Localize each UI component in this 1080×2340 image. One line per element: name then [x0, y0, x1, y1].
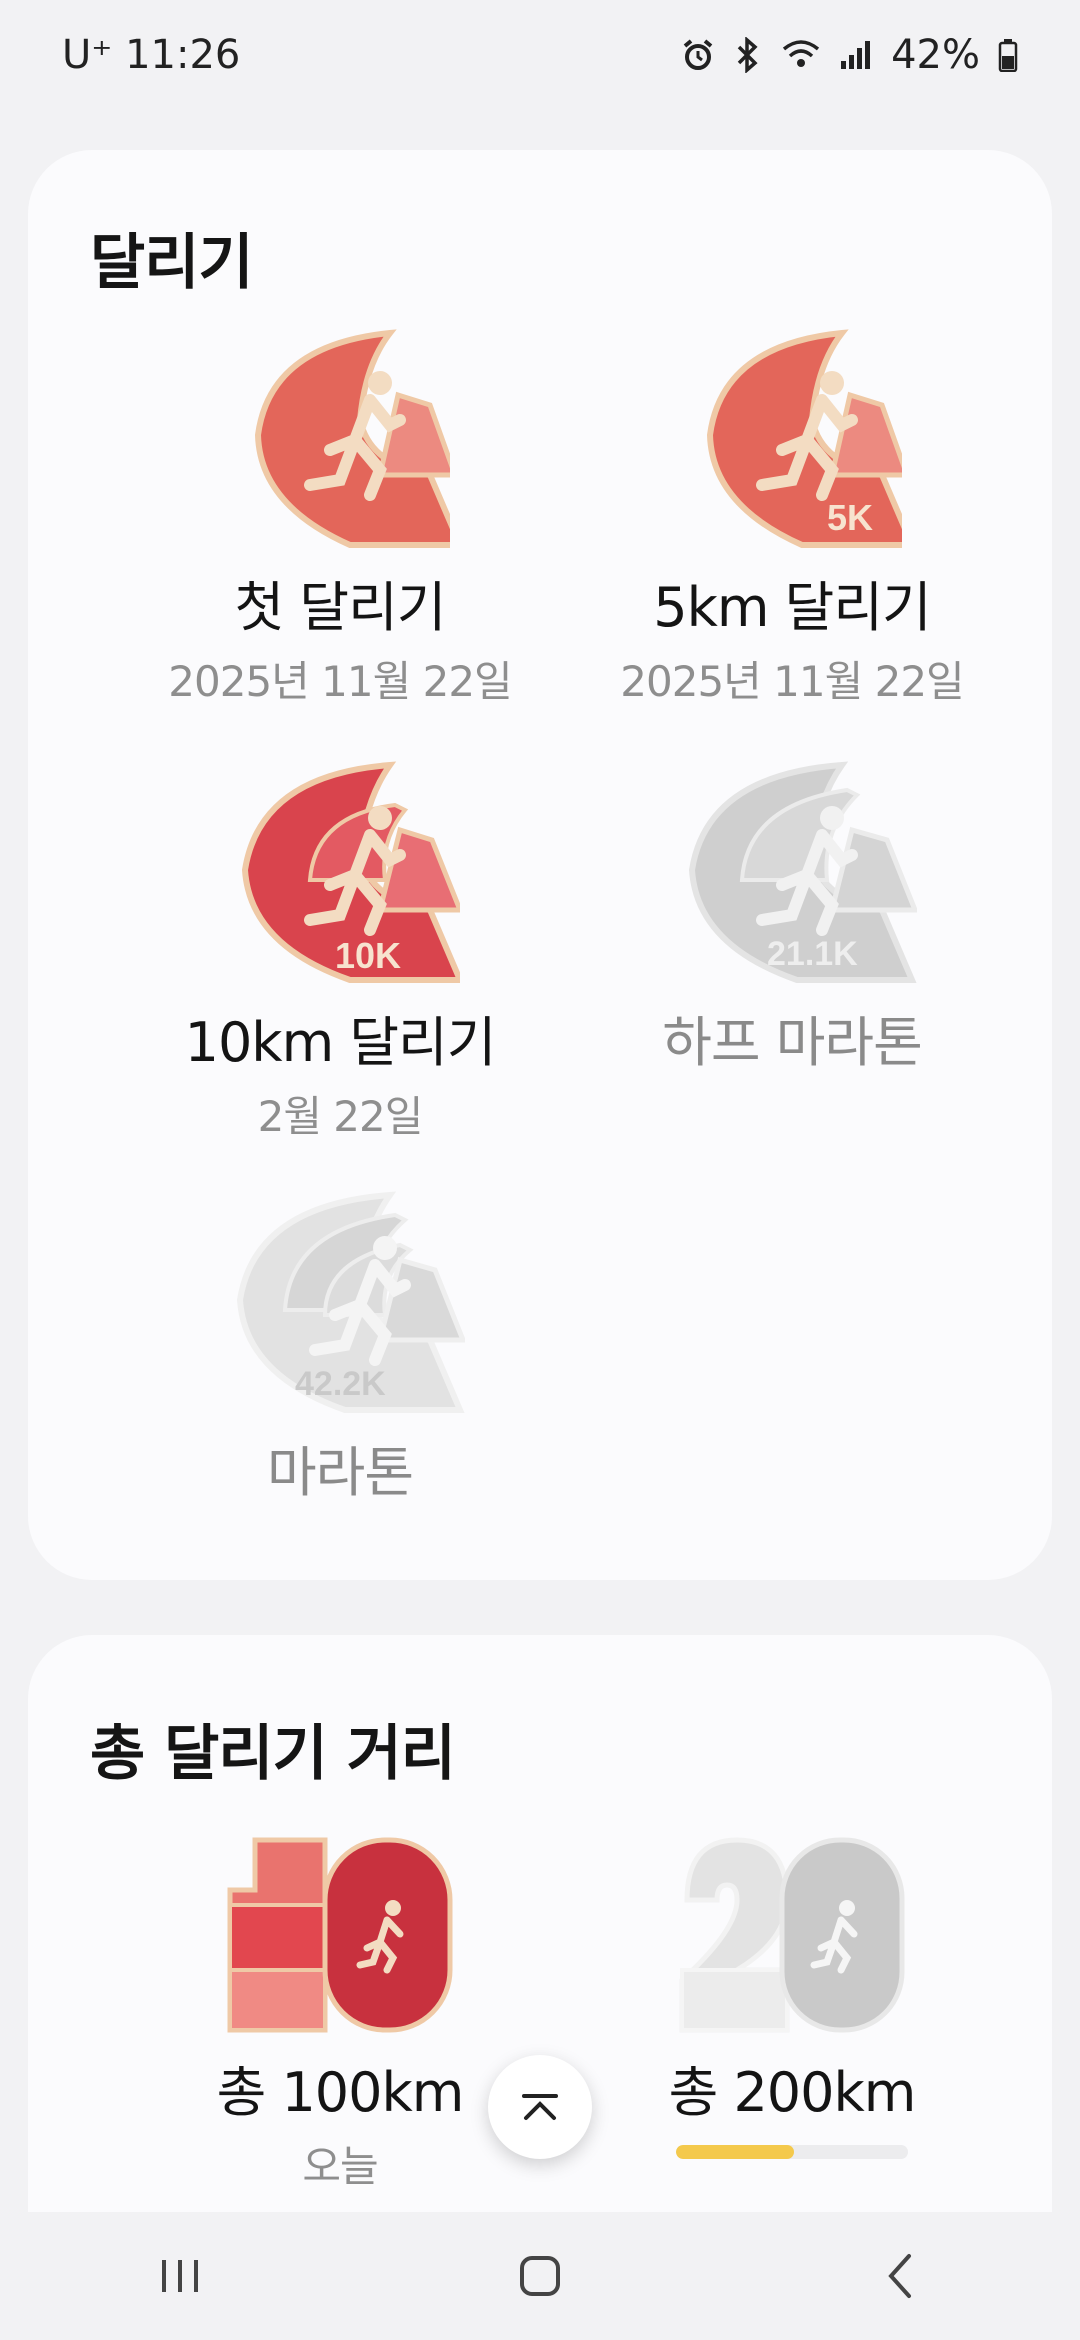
badge-5km[interactable]: 5K 5km 달리기 2025년 11월 22일 [582, 325, 1002, 709]
progress-bar [676, 2145, 908, 2159]
badge-100km[interactable]: 총 100km 오늘 [130, 1830, 550, 2194]
badge-date: 2월 22일 [257, 1092, 424, 1141]
back-button[interactable] [840, 2226, 960, 2326]
badge-first-run[interactable]: 첫 달리기 2025년 11월 22일 [130, 325, 550, 709]
badge-label-10k: 10K [335, 935, 401, 976]
200km-badge-icon [679, 1837, 905, 2033]
bluetooth-icon [737, 37, 758, 73]
half-marathon-badge-icon: 21.1K [688, 761, 917, 983]
first-run-badge-icon [254, 329, 450, 548]
wifi-icon [782, 40, 820, 67]
home-button[interactable] [480, 2226, 600, 2326]
recent-apps-icon [162, 2260, 198, 2292]
10k-badge-icon: 10K [241, 761, 460, 983]
badge-10km[interactable]: 10K 10km 달리기 2월 22일 [130, 760, 550, 1144]
carrier-time: U⁺ 11:26 [62, 32, 241, 78]
badge-name: 총 100km [216, 2061, 465, 2124]
scroll-to-top-button[interactable] [488, 2055, 592, 2159]
battery-percent: 42% [891, 32, 980, 78]
marathon-badge-icon: 42.2K [236, 1191, 465, 1413]
badge-date: 2025년 11월 22일 [620, 657, 964, 706]
badge-name: 총 200km [668, 2061, 917, 2124]
home-icon [520, 2256, 560, 2296]
running-badges-card: 달리기 첫 달리기 2025년 11월 22일 5K 5km 달리기 2025년… [28, 150, 1052, 1580]
badge-label-21k: 21.1K [767, 935, 858, 973]
badge-name: 하프 마라톤 [662, 1011, 923, 1074]
badge-half-marathon[interactable]: 21.1K 하프 마라톤 [582, 760, 1002, 1077]
battery-icon [998, 39, 1018, 72]
badge-date: 오늘 [302, 2142, 378, 2191]
card-title: 총 달리기 거리 [90, 1719, 456, 1789]
status-bar: U⁺ 11:26 42% [0, 0, 1080, 110]
chevron-up-icon [522, 2094, 558, 2120]
badge-label-42k: 42.2K [295, 1365, 386, 1403]
badge-name: 마라톤 [266, 1441, 414, 1504]
total-distance-card: 총 달리기 거리 총 100km 오늘 총 200km [28, 1635, 1052, 2255]
recent-apps-button[interactable] [120, 2226, 240, 2326]
progress-fill [676, 2145, 795, 2159]
status-icons: 42% [681, 32, 1018, 78]
badge-name: 첫 달리기 [234, 576, 447, 639]
badge-name: 10km 달리기 [184, 1011, 497, 1074]
alarm-icon [683, 39, 713, 70]
badge-label-5k: 5K [827, 497, 873, 538]
100km-badge-icon [227, 1837, 453, 2033]
card-title: 달리기 [90, 228, 254, 298]
badge-date: 2025년 11월 22일 [168, 657, 512, 706]
badge-marathon[interactable]: 42.2K 마라톤 [130, 1190, 550, 1507]
badge-200km[interactable]: 총 200km [582, 1830, 1002, 2159]
badge-name: 5km 달리기 [653, 576, 931, 639]
signal-icon [841, 41, 871, 69]
navigation-bar [0, 2212, 1080, 2340]
5k-badge-icon: 5K [706, 329, 902, 548]
back-icon [888, 2254, 911, 2298]
